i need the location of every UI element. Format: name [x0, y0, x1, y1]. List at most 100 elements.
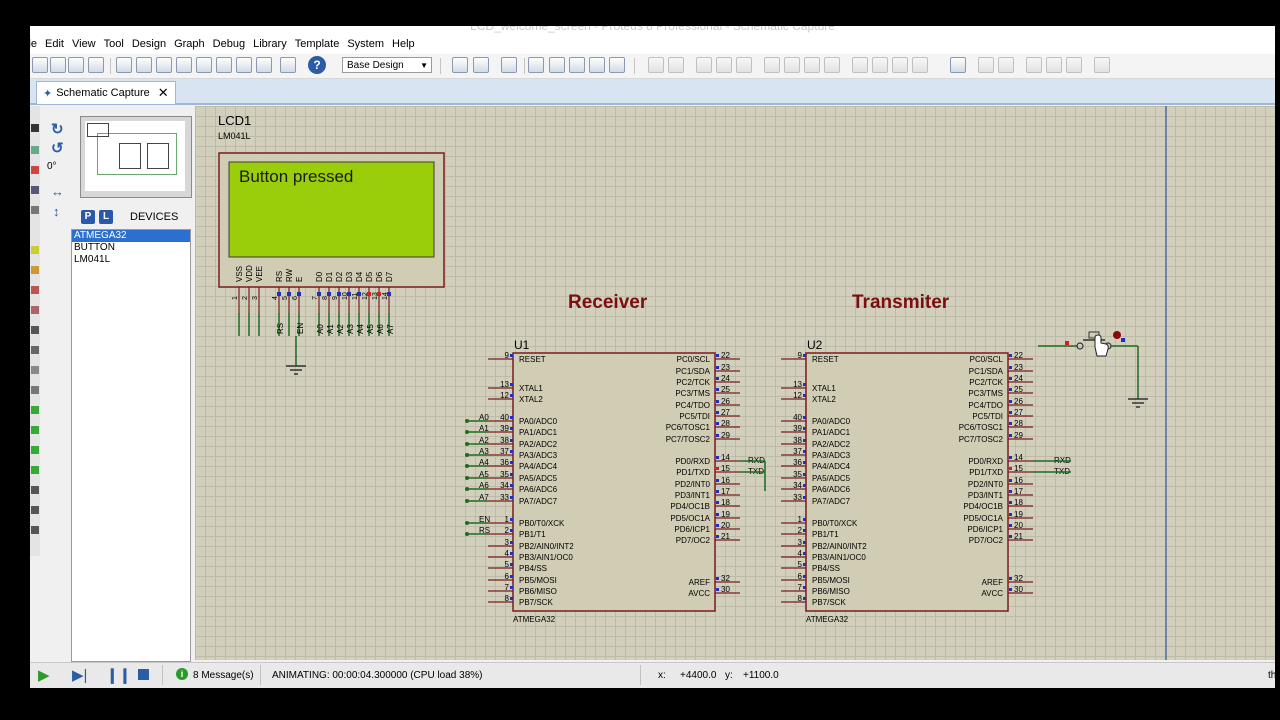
save-icon[interactable]: [68, 57, 84, 73]
tab-schematic-capture[interactable]: ✦ Schematic Capture ✕: [36, 81, 176, 104]
refresh-icon[interactable]: [452, 57, 468, 73]
netlist-icon[interactable]: [1094, 57, 1110, 73]
lcd-module[interactable]: Button pressed VSS 1 VDD 2 VEE 3 RS 4 RW 5 E 6 D0 7 D1…: [218, 152, 445, 336]
menu-system[interactable]: System: [347, 38, 392, 50]
redo-icon[interactable]: [668, 57, 684, 73]
text-script-mode-icon[interactable]: [31, 206, 39, 214]
help-icon[interactable]: ?: [308, 56, 326, 74]
menu-file[interactable]: ile: [30, 38, 45, 50]
block-move-icon[interactable]: [784, 57, 800, 73]
search-icon[interactable]: [978, 57, 994, 73]
zoom-out-icon[interactable]: [569, 57, 585, 73]
mirror-vertical-icon[interactable]: ↕: [53, 204, 60, 219]
subcircuit-mode-icon[interactable]: [31, 266, 39, 274]
new-file-icon[interactable]: [32, 57, 48, 73]
notes-icon[interactable]: [280, 57, 296, 73]
bus-mode-icon[interactable]: [31, 246, 39, 254]
home-icon[interactable]: [116, 57, 132, 73]
pick-parts-icon[interactable]: [852, 57, 868, 73]
transmitter-mcu[interactable]: U2ATMEGA329 RESET13 XTAL112 XTAL240 PA0/ADC0…: [781, 338, 1033, 624]
zoom-all-icon[interactable]: [589, 57, 605, 73]
instrument-mode-icon[interactable]: [31, 406, 39, 414]
mirror-horizontal-icon[interactable]: ↔: [51, 184, 64, 199]
step-icon[interactable]: ▶|: [72, 666, 87, 684]
rotation-angle[interactable]: 0°: [47, 161, 57, 172]
wire-label-mode-icon[interactable]: [31, 186, 39, 194]
menu-graph[interactable]: Graph: [174, 38, 213, 50]
decompose-icon[interactable]: [912, 57, 928, 73]
property-tool-icon[interactable]: [998, 57, 1014, 73]
menu-edit[interactable]: Edit: [45, 38, 72, 50]
pick-devices-button[interactable]: P: [81, 210, 95, 224]
zoom-in-icon[interactable]: [549, 57, 565, 73]
block-copy-icon[interactable]: [764, 57, 780, 73]
packaging-icon[interactable]: [892, 57, 908, 73]
menu-help[interactable]: Help: [392, 38, 423, 50]
close-tab-icon[interactable]: ✕: [158, 85, 169, 101]
menu-tool[interactable]: Tool: [104, 38, 132, 50]
schematic-icon[interactable]: [136, 57, 152, 73]
stop-icon[interactable]: [138, 669, 149, 680]
push-button[interactable]: [1038, 331, 1148, 408]
overview-window[interactable]: [80, 116, 192, 198]
3d-view-icon[interactable]: [196, 57, 212, 73]
component-mode-icon[interactable]: [31, 146, 39, 154]
pin-mode-icon[interactable]: [31, 306, 39, 314]
device-item-atmega32[interactable]: ATMEGA32: [72, 230, 190, 242]
rotate-anticlockwise-icon[interactable]: ↺: [51, 139, 64, 157]
new-sheet-icon[interactable]: [1026, 57, 1042, 73]
grid-icon[interactable]: [473, 57, 489, 73]
menu-view[interactable]: View: [72, 38, 104, 50]
import-icon[interactable]: [88, 57, 104, 73]
menu-debug[interactable]: Debug: [213, 38, 253, 50]
open-file-icon[interactable]: [50, 57, 66, 73]
source-code-icon[interactable]: [236, 57, 252, 73]
bom-icon[interactable]: [216, 57, 232, 73]
schematic-drawing[interactable]: LCD1 LM041L Button pressed VSS 1 VDD 2 VEE 3 R…: [195, 106, 1275, 660]
line-mode-icon[interactable]: [31, 426, 39, 434]
receiver-mcu[interactable]: U1ATMEGA329 RESET13 XTAL112 XTAL240 PA0/ADC0…: [488, 338, 740, 624]
block-delete-icon[interactable]: [824, 57, 840, 73]
lcd-pin-number: 7: [312, 296, 319, 300]
menu-template[interactable]: Template: [295, 38, 348, 50]
box-mode-icon[interactable]: [31, 446, 39, 454]
block-rotate-icon[interactable]: [804, 57, 820, 73]
make-device-icon[interactable]: [872, 57, 888, 73]
generator-mode-icon[interactable]: [31, 366, 39, 374]
symbol-mode-icon[interactable]: [31, 526, 39, 534]
device-item-button[interactable]: BUTTON: [72, 242, 190, 254]
paste-icon[interactable]: [736, 57, 752, 73]
library-manager-button[interactable]: L: [99, 210, 113, 224]
exit-parent-icon[interactable]: [1066, 57, 1082, 73]
undo-icon[interactable]: [648, 57, 664, 73]
remove-sheet-icon[interactable]: [1046, 57, 1062, 73]
gerber-icon[interactable]: [176, 57, 192, 73]
origin-icon[interactable]: [501, 57, 517, 73]
wire-autorouter-icon[interactable]: [950, 57, 966, 73]
circle-mode-icon[interactable]: [31, 466, 39, 474]
schematic-canvas[interactable]: LCD1 LM041L Button pressed VSS 1 VDD 2 VEE 3 R…: [195, 106, 1275, 660]
path-mode-icon[interactable]: [31, 506, 39, 514]
cut-icon[interactable]: [696, 57, 712, 73]
pause-icon[interactable]: ❙❙: [106, 666, 131, 684]
graph-mode-icon[interactable]: [31, 326, 39, 334]
play-icon[interactable]: ▶: [38, 666, 50, 684]
design-explorer-icon[interactable]: [256, 57, 272, 73]
zoom-area-icon[interactable]: [609, 57, 625, 73]
pan-icon[interactable]: [528, 57, 544, 73]
terminals-mode-icon[interactable]: [31, 286, 39, 294]
junction-mode-icon[interactable]: [31, 166, 39, 174]
rotate-clockwise-icon[interactable]: ↻: [51, 120, 64, 138]
menu-library[interactable]: Library: [253, 38, 295, 50]
design-select[interactable]: Base Design ▼: [342, 57, 432, 73]
device-item-lm041l[interactable]: LM041L: [72, 254, 190, 266]
pcb-layout-icon[interactable]: [156, 57, 172, 73]
tape-mode-icon[interactable]: [31, 346, 39, 354]
copy-icon[interactable]: [716, 57, 732, 73]
message-count[interactable]: 8 Message(s): [193, 670, 254, 681]
menu-design[interactable]: Design: [132, 38, 174, 50]
mcu-pin-name: PD6/ICP1: [674, 525, 710, 534]
arc-mode-icon[interactable]: [31, 486, 39, 494]
selection-mode-icon[interactable]: [31, 124, 39, 132]
probe-mode-icon[interactable]: [31, 386, 39, 394]
